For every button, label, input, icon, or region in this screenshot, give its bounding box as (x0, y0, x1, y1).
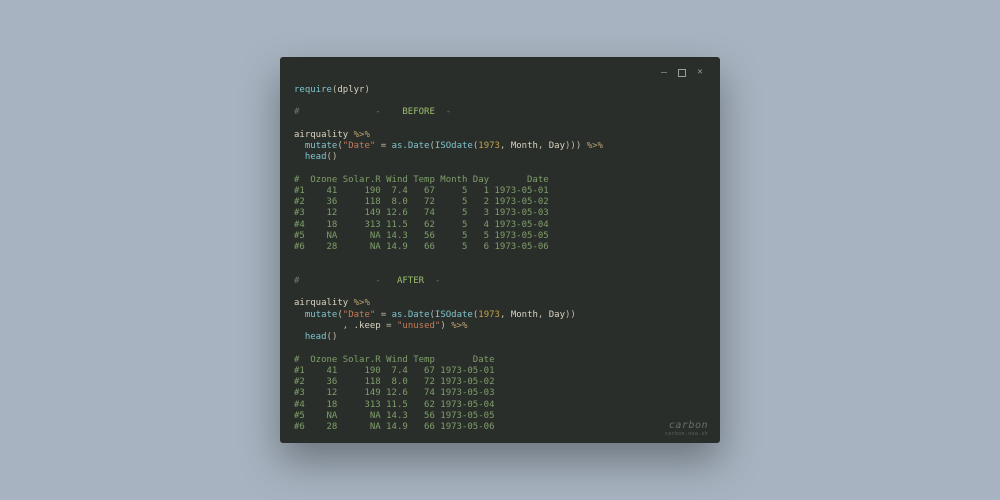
watermark-sub: carbon.now.sh (665, 431, 708, 437)
output-row: #4 18 313 11.5 62 5 4 1973-05-04 (294, 220, 549, 230)
fn-mutate: mutate (305, 141, 338, 151)
output-row: #2 36 118 8.0 72 5 2 1973-05-02 (294, 197, 549, 207)
code-window: require(dplyr) # - BEFORE - airquality %… (280, 57, 720, 444)
str-unused: "unused" (397, 321, 440, 331)
output-row: #1 41 190 7.4 67 1973-05-01 (294, 366, 494, 376)
output-row: #5 NA NA 14.3 56 1973-05-05 (294, 411, 494, 421)
fn-isodate: ISOdate (435, 141, 473, 151)
fn-head: head (305, 152, 327, 162)
output-header-after: # Ozone Solar.R Wind Temp Date (294, 355, 494, 365)
maximize-icon[interactable] (676, 67, 688, 79)
after-label: AFTER (397, 276, 424, 286)
arg-keep: .keep (354, 321, 381, 331)
num-year: 1973 (478, 141, 500, 151)
output-header-before: # Ozone Solar.R Wind Temp Month Day Date (294, 175, 549, 185)
output-row: #4 18 313 11.5 62 1973-05-04 (294, 400, 494, 410)
code-block: require(dplyr) # - BEFORE - airquality %… (294, 85, 706, 434)
watermark-brand: carbon (665, 420, 708, 431)
fn-require: require (294, 85, 332, 95)
output-row: #5 NA NA 14.3 56 5 5 1973-05-05 (294, 231, 549, 241)
output-row: #2 36 118 8.0 72 1973-05-02 (294, 377, 494, 387)
window-titlebar (294, 65, 706, 81)
close-icon[interactable] (694, 67, 706, 79)
minimize-icon[interactable] (658, 67, 670, 79)
output-row: #1 41 190 7.4 67 5 1 1973-05-01 (294, 186, 549, 196)
watermark: carbon carbon.now.sh (665, 420, 708, 437)
str-date: "Date" (343, 141, 376, 151)
output-row: #6 28 NA 14.9 66 5 6 1973-05-06 (294, 242, 549, 252)
output-row: #3 12 149 12.6 74 1973-05-03 (294, 388, 494, 398)
var-airquality: airquality (294, 130, 348, 140)
before-label: BEFORE (402, 107, 435, 117)
pipe-op: %>% (354, 130, 370, 140)
output-row: #6 28 NA 14.9 66 1973-05-06 (294, 422, 494, 432)
pkg-name: dplyr (337, 85, 364, 95)
fn-asdate: as.Date (392, 141, 430, 151)
output-row: #3 12 149 12.6 74 5 3 1973-05-03 (294, 208, 549, 218)
